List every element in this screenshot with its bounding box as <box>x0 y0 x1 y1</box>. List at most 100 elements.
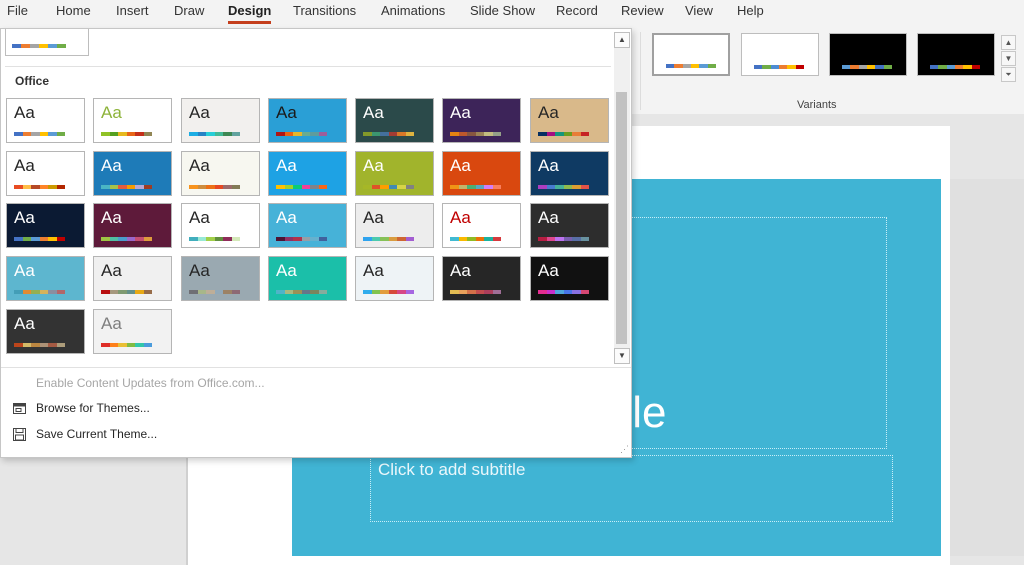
theme-thumbnail[interactable]: Aa <box>268 98 347 143</box>
theme-thumbnail[interactable]: Aa <box>442 203 521 248</box>
theme-thumbnail[interactable]: Aa <box>93 309 172 354</box>
tab-animations[interactable]: Animations <box>381 3 445 18</box>
theme-color-bar <box>101 343 152 347</box>
theme-sample-text: Aa <box>189 156 210 175</box>
theme-color-bar <box>189 237 240 241</box>
save-disk-icon <box>12 427 27 442</box>
theme-color-bar <box>450 237 501 241</box>
theme-thumbnail[interactable]: Aa <box>530 98 609 143</box>
tab-slide-show[interactable]: Slide Show <box>470 3 535 18</box>
theme-color-bar <box>363 132 414 136</box>
blank-icon <box>12 376 27 391</box>
theme-thumbnail[interactable]: Aa <box>442 151 521 196</box>
theme-sample-text: Aa <box>189 261 210 280</box>
theme-color-bar <box>450 132 501 136</box>
theme-sample-text: Aa <box>14 103 35 122</box>
tab-record[interactable]: Record <box>556 3 598 18</box>
theme-sample-text: Aa <box>538 261 559 280</box>
theme-thumbnail[interactable]: Aa <box>93 203 172 248</box>
scrollbar-thumb[interactable] <box>616 92 627 344</box>
theme-color-bar <box>450 185 501 189</box>
theme-thumbnail[interactable]: Aa <box>6 203 85 248</box>
theme-sample-text: Aa <box>14 156 35 175</box>
theme-thumbnail[interactable]: Aa <box>530 203 609 248</box>
browse-folder-icon <box>12 401 27 416</box>
theme-thumbnail[interactable]: Aa <box>530 151 609 196</box>
scroll-up-icon[interactable]: ▲ <box>614 32 630 48</box>
theme-color-bar <box>276 132 327 136</box>
theme-color-bar <box>101 132 152 136</box>
theme-sample-text: Aa <box>14 261 35 280</box>
theme-color-bar <box>538 290 589 294</box>
theme-thumbnail[interactable]: Aa <box>181 203 260 248</box>
theme-color-bar <box>101 290 152 294</box>
theme-color-bar <box>363 290 414 294</box>
scroll-down-icon[interactable]: ▼ <box>614 348 630 364</box>
theme-color-bar <box>189 132 240 136</box>
theme-color-bar <box>363 185 414 189</box>
theme-thumbnail[interactable]: Aa <box>6 151 85 196</box>
theme-sample-text: Aa <box>538 156 559 175</box>
theme-thumbnail[interactable]: Aa <box>355 203 434 248</box>
tab-insert[interactable]: Insert <box>116 3 149 18</box>
theme-thumbnail[interactable]: Aa <box>442 256 521 301</box>
menu-item-browse-for-themes[interactable]: Browse for Themes... <box>12 397 150 419</box>
resize-grip-icon[interactable]: ⋰ <box>620 444 629 455</box>
theme-color-bar <box>538 185 589 189</box>
menu-item-save-current-theme[interactable]: Save Current Theme... <box>12 423 157 445</box>
ribbon-separator <box>640 32 641 110</box>
variant-thumbnail[interactable] <box>652 33 730 76</box>
gallery-scrollbar[interactable]: ▲ ▼ <box>614 32 630 364</box>
theme-thumbnail[interactable]: Aa <box>355 256 434 301</box>
variants-scroll-up-icon[interactable]: ▲ <box>1001 35 1016 50</box>
tab-help[interactable]: Help <box>737 3 764 18</box>
theme-color-bar <box>276 237 327 241</box>
tab-design[interactable]: Design <box>228 3 272 24</box>
theme-color-bar <box>363 237 414 241</box>
right-pane <box>950 179 1024 556</box>
theme-thumbnail[interactable]: Aa <box>6 98 85 143</box>
theme-thumbnail[interactable]: Aa <box>268 203 347 248</box>
theme-thumbnail[interactable]: Aa <box>442 98 521 143</box>
theme-thumbnail[interactable]: Aa <box>181 256 260 301</box>
variant-thumbnail[interactable] <box>917 33 995 76</box>
theme-thumbnail[interactable]: Aa <box>268 151 347 196</box>
theme-thumbnail[interactable]: Aa <box>530 256 609 301</box>
variants-more-icon[interactable]: ⏷ <box>1001 67 1016 82</box>
gallery-section-label: Office <box>15 74 50 88</box>
theme-color-bar <box>189 185 240 189</box>
theme-color-bar <box>538 237 589 241</box>
theme-thumbnail[interactable]: Aa <box>355 151 434 196</box>
menu-item-enable-content-updates: Enable Content Updates from Office.com..… <box>12 372 265 394</box>
theme-sample-text: Aa <box>363 261 384 280</box>
theme-sample-text: Aa <box>450 156 471 175</box>
theme-thumbnail[interactable]: Aa <box>6 309 85 354</box>
theme-thumbnail[interactable]: Aa <box>181 98 260 143</box>
theme-sample-text: Aa <box>189 103 210 122</box>
theme-sample-text: Aa <box>14 314 35 333</box>
tab-transitions[interactable]: Transitions <box>293 3 356 18</box>
tab-file[interactable]: File <box>7 3 28 18</box>
theme-thumbnail-current[interactable] <box>5 29 89 56</box>
theme-color-bar <box>276 290 327 294</box>
theme-thumbnail[interactable]: Aa <box>93 256 172 301</box>
variant-thumbnail[interactable] <box>829 33 907 76</box>
variants-group-label: Variants <box>797 99 837 111</box>
subtitle-placeholder-text: Click to add subtitle <box>378 460 526 479</box>
tab-draw[interactable]: Draw <box>174 3 204 18</box>
tab-view[interactable]: View <box>685 3 713 18</box>
theme-thumbnail[interactable]: Aa <box>6 256 85 301</box>
theme-sample-text: Aa <box>538 103 559 122</box>
variants-scroll-down-icon[interactable]: ▼ <box>1001 51 1016 66</box>
theme-thumbnail[interactable]: Aa <box>268 256 347 301</box>
theme-thumbnail[interactable]: Aa <box>181 151 260 196</box>
tab-review[interactable]: Review <box>621 3 664 18</box>
theme-sample-text: Aa <box>276 261 297 280</box>
theme-thumbnail[interactable]: Aa <box>93 151 172 196</box>
theme-thumbnail[interactable]: Aa <box>355 98 434 143</box>
theme-thumbnail[interactable]: Aa <box>93 98 172 143</box>
tab-home[interactable]: Home <box>56 3 91 18</box>
variant-thumbnail[interactable] <box>741 33 819 76</box>
theme-color-bar <box>14 185 65 189</box>
variant-color-bar <box>842 65 892 69</box>
